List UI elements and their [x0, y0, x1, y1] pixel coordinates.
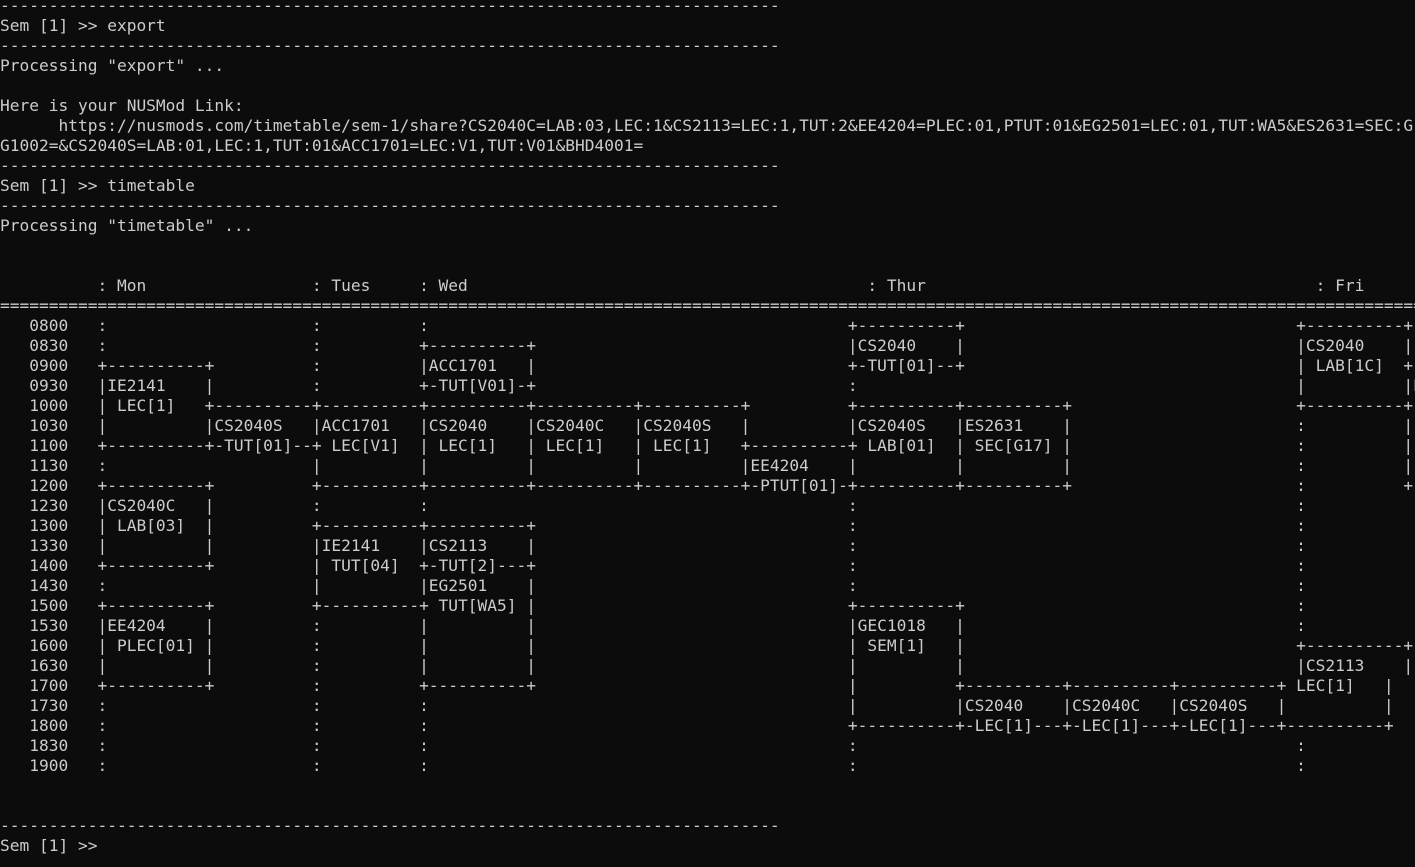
timetable-row: 1530 |EE4204 | : | | |GEC1018 | : — [0, 616, 1306, 635]
timetable-row: 1800 : : : +----------+-LEC[1]---+-LEC[1… — [0, 716, 1394, 735]
timetable-row: 1330 | | |IE2141 |CS2113 | : : — [0, 536, 1306, 555]
timetable-row: 1230 |CS2040C | : : : : — [0, 496, 1306, 515]
timetable-row: 0930 |IE2141 | : +-TUT[V01]-+ : | |EG250… — [0, 376, 1415, 395]
timetable-row: 1030 | |CS2040S |ACC1701 |CS2040 |CS2040… — [0, 416, 1415, 435]
output-line: Processing "export" ... — [0, 56, 225, 75]
nusmods-link-line[interactable]: https://nusmods.com/timetable/sem-1/shar… — [0, 116, 1415, 136]
separator-line: ----------------------------------------… — [0, 156, 780, 175]
active-command-prompt[interactable]: Sem [1] >> — [0, 836, 97, 856]
terminal-window[interactable]: ----------------------------------------… — [0, 0, 1415, 867]
timetable-row: 1900 : : : : : — [0, 756, 1306, 775]
timetable-row: 1830 : : : : : — [0, 736, 1306, 755]
timetable-row: 1630 | | : | | | | |CS2113 | — [0, 656, 1414, 675]
timetable-header-rule: ========================================… — [0, 296, 1415, 315]
timetable-row: 1400 +----------+ | TUT[04] +-TUT[2]---+… — [0, 556, 1306, 575]
separator-line: ----------------------------------------… — [0, 0, 780, 15]
command-prompt-line: Sem [1] >> timetable — [0, 176, 195, 195]
timetable-row: 1300 | LAB[03] | +----------+----------+… — [0, 516, 1306, 535]
timetable-row: 1500 +----------+ +----------+ TUT[WA5] … — [0, 596, 1306, 615]
timetable-row: 1730 : : : | |CS2040 |CS2040C |CS2040S |… — [0, 696, 1394, 715]
separator-line: ----------------------------------------… — [0, 816, 780, 835]
timetable-row: 0800 : : : +----------+ +----------+ — [0, 316, 1414, 335]
timetable-row: 0830 : : +----------+ |CS2040 | |CS2040 … — [0, 336, 1414, 355]
nusmods-link-line[interactable]: G1002=&CS2040S=LAB:01,LEC:1,TUT:01&ACC17… — [0, 136, 643, 156]
timetable-row: 1100 +----------+-TUT[01]--+ LEC[V1] | L… — [0, 436, 1415, 455]
timetable-row: 1200 +----------+ +----------+----------… — [0, 476, 1415, 495]
timetable-row: 1600 | PLEC[01] | : | | | SEM[1] | +----… — [0, 636, 1414, 655]
timetable-row: 1430 : | |EG2501 | : : — [0, 576, 1306, 595]
separator-line: ----------------------------------------… — [0, 36, 780, 55]
timetable-row: 1000 | LEC[1] +----------+----------+---… — [0, 396, 1415, 415]
output-line: Processing "timetable" ... — [0, 216, 254, 235]
timetable-row: 0900 +----------+ : |ACC1701 | +-TUT[01]… — [0, 356, 1415, 375]
timetable-day-header: : Mon : Tues : Wed : Thur : Fri — [0, 276, 1365, 295]
command-prompt-line: Sem [1] >> export — [0, 16, 166, 35]
timetable-row: 1700 +----------+ : +----------+ | +----… — [0, 676, 1394, 695]
timetable-row: 1130 : | | | | |EE4204 | | | : | | — [0, 456, 1415, 475]
output-line: Here is your NUSMod Link: — [0, 96, 244, 115]
separator-line: ----------------------------------------… — [0, 196, 780, 215]
